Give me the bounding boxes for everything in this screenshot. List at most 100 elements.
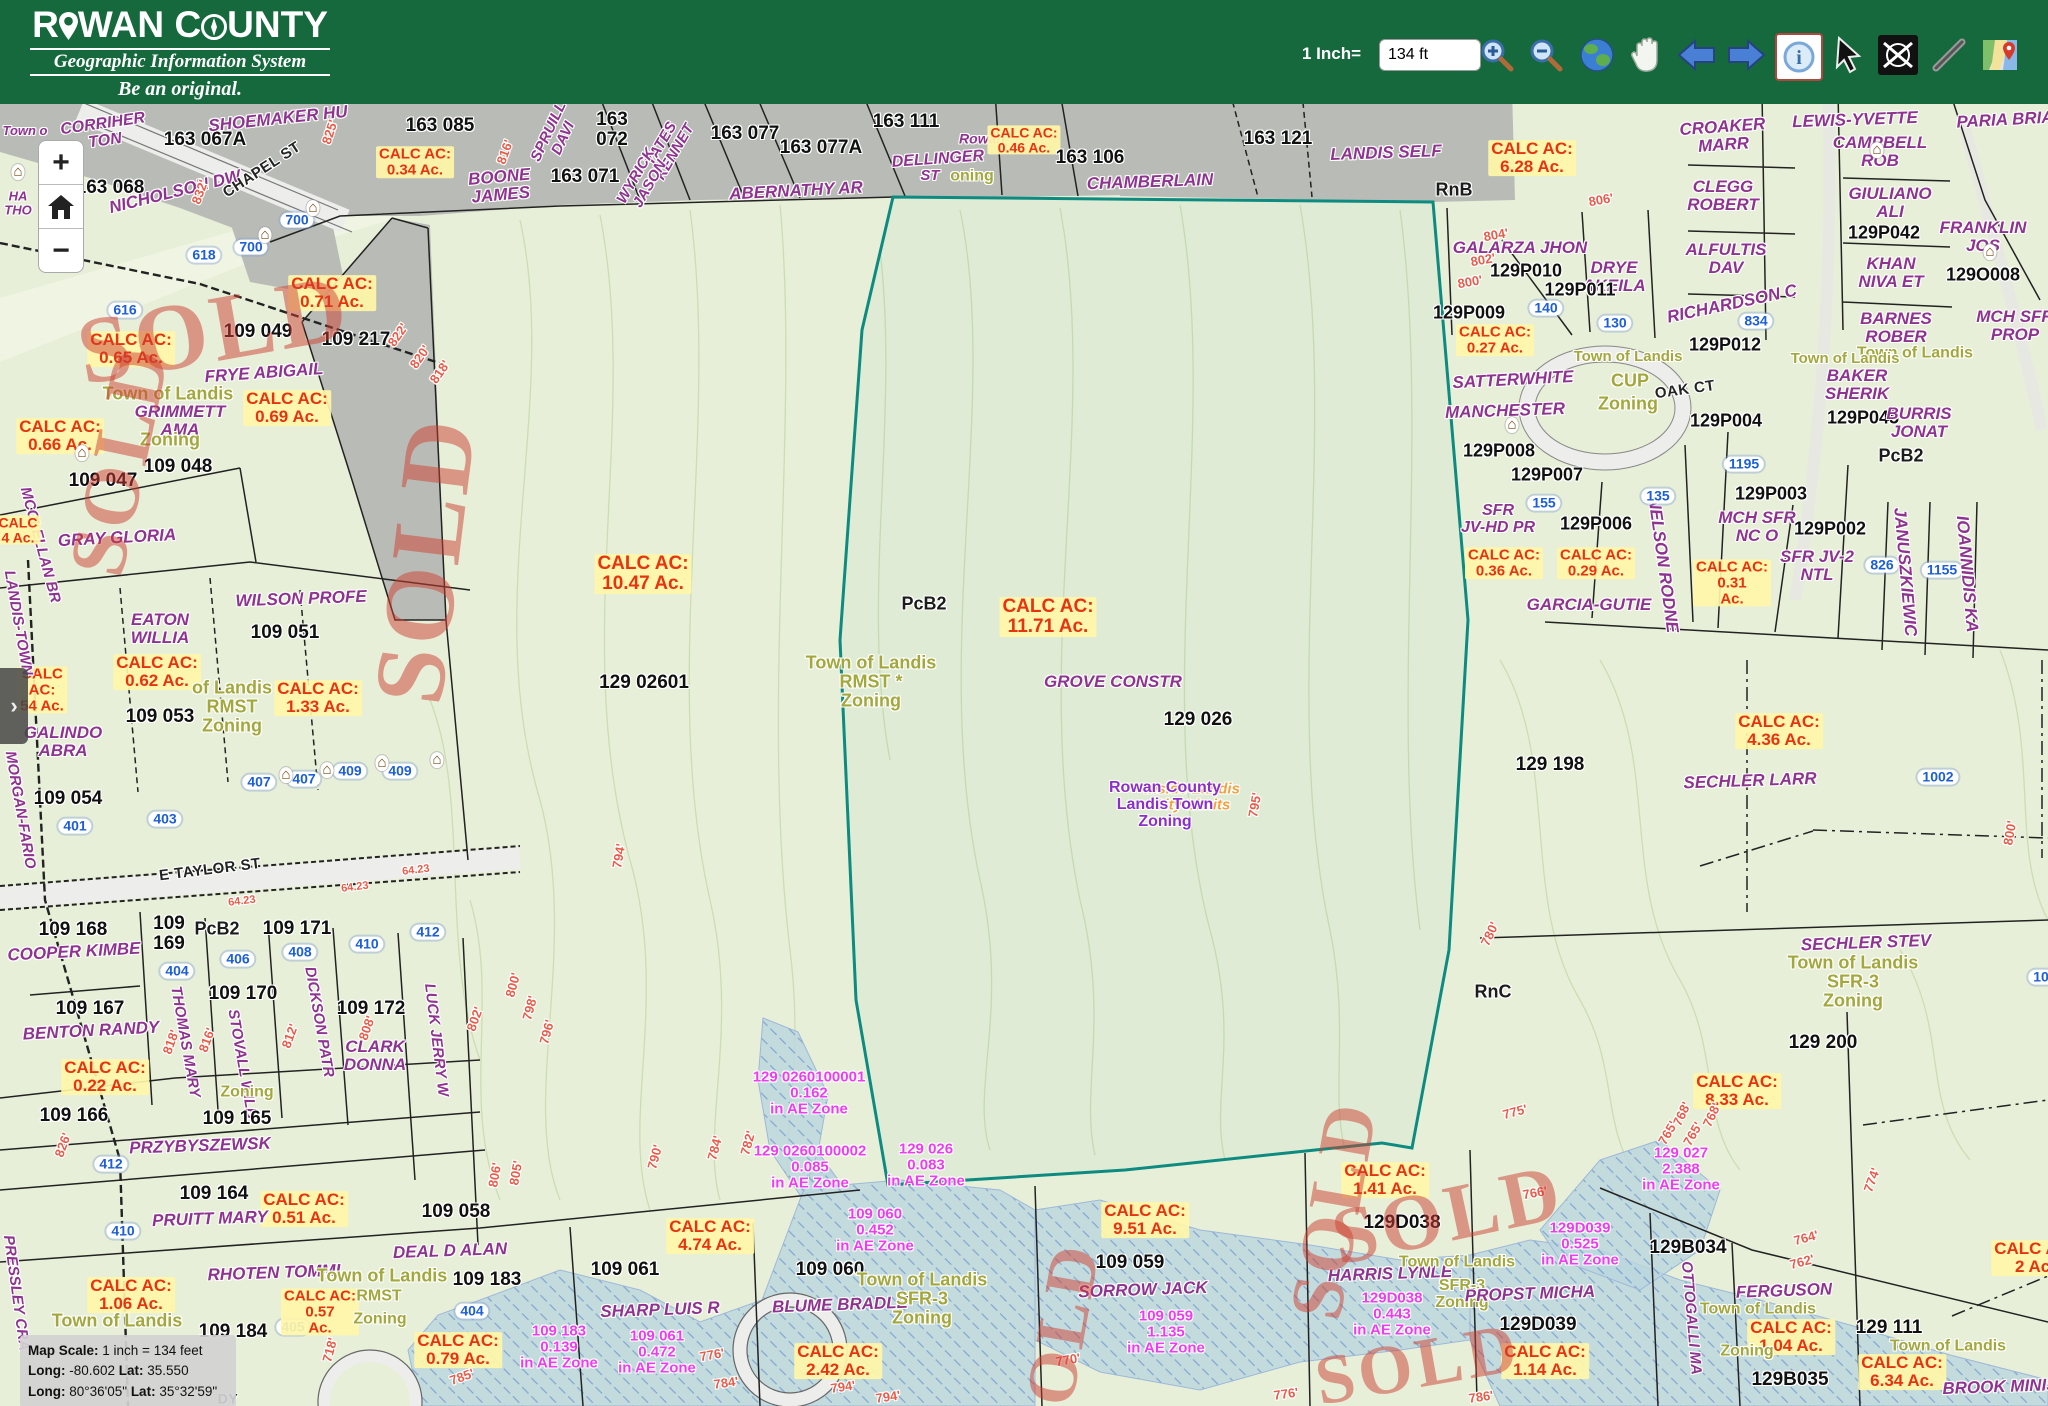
pid-label: 129P004 — [1690, 412, 1762, 431]
red-label: 64.23 — [402, 864, 431, 879]
olv-label: Zoning — [220, 1085, 273, 1102]
rowan-county-gis-app: Town oCORRIHERTON163 067A163 068SHOEMAKE… — [0, 0, 2048, 1406]
pid-label: 129P007 — [1511, 466, 1583, 485]
red-label: 798' — [520, 994, 540, 1021]
calc-label: CALC AC:10.47 Ac. — [594, 554, 691, 594]
zoom-in-tool[interactable] — [1475, 33, 1519, 77]
own-label: FERGUSON — [1736, 1280, 1833, 1301]
zoom-out-tool[interactable] — [1524, 33, 1568, 77]
pid-label: 109169 — [153, 914, 185, 954]
str-label: E TAYLOR ST — [158, 856, 261, 884]
pointer-tool[interactable] — [1826, 33, 1870, 77]
own-label: GROVE CONSTR — [1044, 673, 1182, 691]
hse-label: ⌂ — [75, 445, 88, 461]
scale-input[interactable] — [1379, 39, 1481, 71]
sidebar-expand-tab[interactable]: › — [0, 668, 28, 744]
globe-tool[interactable] — [1575, 33, 1619, 77]
pid-label: 109 170 — [209, 984, 278, 1004]
own-label: SHARP LUIS R — [600, 1299, 720, 1321]
pid-label: 129P008 — [1463, 442, 1535, 461]
pid-label: 109 058 — [422, 1202, 491, 1222]
map-viewport[interactable]: Town oCORRIHERTON163 067A163 068SHOEMAKE… — [0, 104, 2048, 1406]
pid-label: 129P003 — [1735, 485, 1807, 504]
pid-label: 129 111 — [1856, 1318, 1923, 1338]
red-label: 794' — [875, 1389, 901, 1406]
own-label: LANDIS SELF — [1330, 142, 1442, 164]
blu-label: 401 — [58, 819, 91, 834]
calc-label: CALC AC:0.29 Ac. — [1557, 547, 1635, 579]
calc-label: CALC AC:0.22 Ac. — [61, 1059, 149, 1095]
calc-label: CALC4 Ac. — [0, 515, 40, 544]
red-label: 780' — [1479, 920, 1502, 948]
home-button[interactable] — [39, 185, 83, 229]
calc-label: CALC AC:0.46 Ac. — [987, 125, 1060, 154]
pid-label: 163 121 — [1244, 129, 1313, 149]
own-label: PARIA BRIA — [1956, 109, 2048, 132]
pid-label: 109 165 — [203, 1109, 272, 1129]
own-label: BROOK MINIS — [1942, 1376, 2048, 1398]
mag-label: 109 0610.472in AE Zone — [618, 1328, 696, 1375]
mag-label: 129 02601000010.162in AE Zone — [753, 1069, 866, 1116]
forward-arrow-tool[interactable] — [1724, 33, 1768, 77]
blu-label: 1195 — [1724, 457, 1764, 472]
calc-label: CALC AC:0.36 Ac. — [1465, 547, 1543, 579]
stamp-label: SOLD — [355, 411, 494, 710]
blu-label: 140 — [1529, 301, 1562, 316]
zoom-out-button[interactable]: − — [39, 229, 83, 272]
olv-label: Zoning — [353, 1312, 406, 1329]
measure-ruler-tool[interactable] — [1927, 33, 1971, 77]
own-label: BOONEJAMES — [467, 166, 532, 207]
header-bar: RWAN CUNTY Geographic Information System… — [0, 0, 2048, 104]
blu-label: 412 — [411, 925, 444, 940]
calc-label: CALC AC:9.51 Ac. — [1101, 1202, 1189, 1238]
pid-label: 109 183 — [453, 1270, 522, 1290]
red-label: 765' — [1656, 1119, 1680, 1147]
county-logo: RWAN CUNTY Geographic Information System… — [30, 6, 330, 101]
own-label: RICHARDSON C — [1665, 282, 1798, 327]
own-label: CLEGGROBERT — [1687, 178, 1758, 214]
hse-label: ⌂ — [258, 227, 271, 243]
google-maps-tool[interactable] — [1978, 33, 2022, 77]
own-label: WILSON PROFE — [235, 588, 367, 610]
logo-tagline: Be an original. — [30, 78, 330, 101]
own-label: CROAKERMARR — [1679, 115, 1767, 157]
compass-icon — [201, 9, 227, 46]
calc-label: CALC AC:6.34 Ac. — [1858, 1354, 1946, 1390]
own-label: MCH SFRPROP — [1976, 308, 2048, 344]
red-label: 816' — [196, 1026, 217, 1054]
own-label: JANUSZKIEWIC — [1890, 507, 1919, 637]
pan-hand-tool[interactable] — [1625, 33, 1669, 77]
identify-tool[interactable]: i — [1775, 33, 1823, 81]
own-label: BAKERSHERIK — [1825, 367, 1889, 403]
own-label: LANDIS-TOWN — [1, 569, 35, 677]
own-label: PROPST MICHA — [1465, 1283, 1596, 1305]
red-label: 805' — [507, 1160, 525, 1187]
mag-label: 129 0260.083in AE Zone — [887, 1141, 965, 1188]
pid-label: 163 106 — [1056, 148, 1125, 168]
calc-label: CALC AC:6.28 Ac. — [1488, 140, 1576, 176]
pid-label: 109 164 — [180, 1184, 249, 1204]
own-label: SATTERWHITE — [1452, 368, 1574, 392]
hse-label: ⌂ — [1870, 142, 1883, 158]
back-arrow-tool[interactable] — [1675, 33, 1719, 77]
own-label: ST — [920, 168, 939, 184]
mag-label: 109 0600.452in AE Zone — [836, 1206, 914, 1253]
olv-label: Town of LandisSFR-3Zoning — [1788, 954, 1919, 1011]
own-label: IOANNIDIS KA — [1953, 515, 1981, 633]
olv-label: RMST — [356, 1289, 401, 1306]
extent-compass-tool[interactable] — [1876, 33, 1920, 77]
hse-label: ⌂ — [279, 767, 292, 783]
olv-label: Town of Landis — [1574, 349, 1683, 365]
zoom-in-button[interactable]: + — [39, 141, 83, 185]
pid-label: 129P011 — [1544, 281, 1615, 300]
blu-label: 408 — [283, 945, 316, 960]
own-label: MANCHESTER — [1445, 400, 1566, 422]
red-label: 812' — [279, 1022, 300, 1050]
pid-label: 129B034 — [1649, 1238, 1726, 1258]
red-label: 816' — [494, 138, 515, 166]
pid-label: 109 167 — [56, 999, 125, 1019]
own-label: ABERNATHY AR — [729, 179, 864, 204]
calc-label: CALC AC:4.36 Ac. — [1735, 713, 1823, 749]
mag-label: 129 0272.388in AE Zone — [1642, 1145, 1720, 1192]
calc-label: CALC AC:0.79 Ac. — [414, 1332, 502, 1368]
